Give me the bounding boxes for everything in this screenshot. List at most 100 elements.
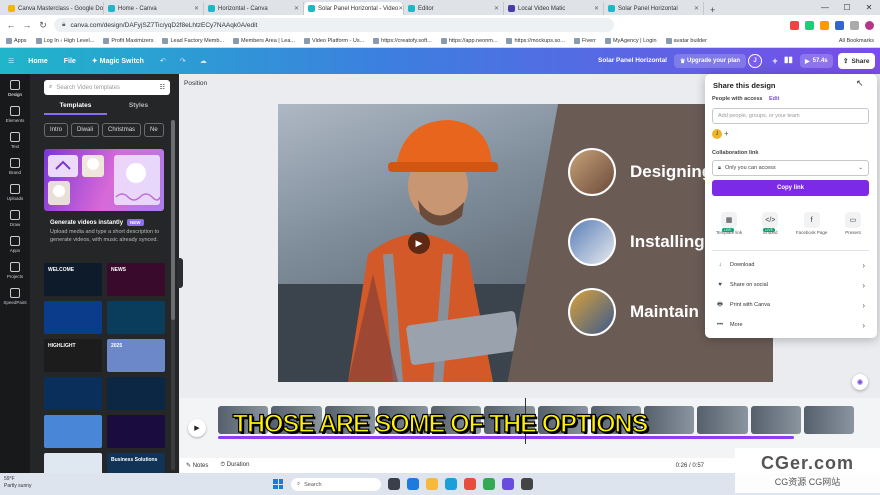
template-thumbnail[interactable] (107, 377, 165, 410)
extension-icon[interactable] (790, 20, 799, 30)
maximize-icon[interactable]: ☐ (836, 0, 858, 15)
menu-icon[interactable]: ☰ (8, 57, 14, 65)
share-action-print-with-canva[interactable]: 🖶 Print with Canva › (712, 295, 869, 315)
rail-item-elements[interactable]: Elements (6, 106, 24, 123)
bookmark-item[interactable]: https://app.neonm... (440, 38, 497, 44)
rail-item-design[interactable]: Design (8, 80, 22, 97)
share-button[interactable]: ⇪ Share (838, 53, 875, 69)
design-canvas[interactable]: ▶ Designing Installing Maintain (278, 104, 773, 382)
forward-icon[interactable]: → (22, 20, 32, 30)
template-thumbnail[interactable] (44, 377, 102, 410)
close-tab-icon[interactable]: ✕ (594, 5, 599, 12)
bookmark-item[interactable]: Profit Maximizers (103, 38, 153, 44)
reload-icon[interactable]: ↻ (38, 20, 48, 31)
app-icon[interactable] (521, 478, 533, 490)
upgrade-button[interactable]: ♛ Upgrade your plan (674, 54, 747, 68)
browser-tab[interactable]: Local Video Matic ✕ (504, 2, 604, 15)
minimize-icon[interactable]: — (814, 0, 836, 15)
rail-item-uploads[interactable]: Uploads (7, 184, 23, 201)
edge-icon[interactable] (445, 478, 457, 490)
duration-button[interactable]: ⏱ Duration (220, 462, 249, 469)
tab-styles[interactable]: Styles (107, 99, 170, 115)
magic-switch-button[interactable]: ✦ Magic Switch (92, 57, 144, 65)
bookmark-item[interactable]: Apps (6, 38, 27, 44)
undo-icon[interactable]: ↶ (160, 57, 166, 65)
taskbar-search[interactable]: ⌕ Search (291, 478, 381, 491)
service-heading[interactable]: Maintain (630, 302, 699, 322)
browser-tab[interactable]: Canva Masterclass - Google Do✕ (4, 2, 104, 15)
template-thumbnail[interactable]: 2025 (107, 339, 165, 372)
rail-item-draw[interactable]: Draw (10, 210, 20, 227)
chrome-icon[interactable] (483, 478, 495, 490)
scroll-thumb[interactable] (171, 120, 175, 320)
rail-item-projects[interactable]: Projects (7, 262, 23, 279)
tab-templates[interactable]: Templates (44, 99, 107, 115)
template-thumbnail[interactable] (44, 301, 102, 334)
share-action-share-on-social[interactable]: ♥ Share on social › (712, 275, 869, 295)
bookmark-item[interactable]: avatar builder (665, 38, 707, 44)
all-bookmarks[interactable]: All Bookmarks (839, 38, 874, 44)
close-icon[interactable]: ✕ (858, 0, 880, 15)
collaborator-avatar[interactable]: J (712, 129, 722, 139)
profile-icon[interactable] (865, 20, 874, 30)
task-view-icon[interactable] (388, 478, 400, 490)
category-chip[interactable]: Intro (44, 123, 69, 137)
close-tab-icon[interactable]: ✕ (294, 5, 299, 12)
bookmark-item[interactable]: https://mockups.so... (506, 38, 565, 44)
share-option[interactable]: ▦ LIVE Template link (709, 212, 749, 235)
file-explorer-icon[interactable] (426, 478, 438, 490)
app-icon[interactable] (407, 478, 419, 490)
puzzle-icon[interactable] (850, 20, 859, 30)
service-heading[interactable]: Designing (630, 162, 712, 182)
extension-icon[interactable] (820, 20, 829, 30)
share-option[interactable]: f Facebook Page (792, 212, 832, 235)
bookmark-item[interactable]: Lead Factory Memb... (162, 38, 224, 44)
magic-assistant-icon[interactable]: ✺ (852, 374, 868, 390)
close-tab-icon[interactable]: ✕ (398, 5, 403, 12)
add-person-icon[interactable]: + (724, 129, 734, 139)
promo-image[interactable] (44, 149, 164, 211)
filter-icon[interactable]: ☷ (160, 84, 165, 91)
close-tab-icon[interactable]: ✕ (494, 5, 499, 12)
template-thumbnail[interactable] (107, 301, 165, 334)
home-link[interactable]: Home (28, 58, 47, 65)
browser-tab[interactable]: Editor ✕ (404, 2, 504, 15)
add-collaborator-icon[interactable]: + (768, 54, 782, 68)
share-option[interactable]: ▭ Present (833, 212, 873, 235)
new-tab-icon[interactable]: + (704, 5, 721, 15)
category-chip[interactable]: Diwali (71, 123, 100, 137)
edit-access-link[interactable]: Edit (769, 96, 779, 102)
service-heading[interactable]: Installing (630, 232, 705, 252)
bookmark-item[interactable]: MyAgency | Login (604, 38, 657, 44)
url-field[interactable]: 🔒︎ canva.com/design/DAFyjSZ7Tic/yqD2f8eL… (54, 18, 614, 32)
redo-icon[interactable]: ↷ (180, 57, 186, 65)
browser-tab[interactable]: Solar Panel Horizontal ✕ (604, 2, 704, 15)
rail-item-text[interactable]: Text (10, 132, 20, 149)
position-button[interactable]: Position (184, 80, 207, 87)
rail-item-apps[interactable]: Apps (10, 236, 20, 253)
copy-link-button[interactable]: Copy link (712, 180, 869, 196)
app-icon[interactable] (502, 478, 514, 490)
bookmark-item[interactable]: Log In ‹ High Level... (35, 38, 94, 44)
weather-widget[interactable]: 59°F Partly sunny (4, 476, 32, 490)
bookmark-item[interactable]: https://creatofy.soft... (373, 38, 432, 44)
bookmark-item[interactable]: Video Platform - Us... (304, 38, 364, 44)
add-people-input[interactable]: Add people, groups, or your team (712, 108, 869, 124)
close-tab-icon[interactable]: ✕ (694, 5, 699, 12)
avatar[interactable]: J (748, 54, 762, 68)
category-chip[interactable]: Ne (144, 123, 164, 137)
access-dropdown[interactable]: 🔒︎ Only you can access ⌄ (712, 160, 869, 176)
template-thumbnail[interactable]: HIGHLIGHT (44, 339, 102, 372)
template-thumbnail[interactable]: NEWS (107, 263, 165, 296)
extension-icon[interactable] (805, 20, 814, 30)
app-icon[interactable] (464, 478, 476, 490)
share-action-more[interactable]: ••• More › (712, 315, 869, 335)
collapse-panel-handle[interactable] (177, 258, 183, 288)
video-play-icon[interactable]: ▶ (408, 232, 430, 254)
share-action-download[interactable]: ↓ Download › (712, 255, 869, 275)
bookmark-item[interactable]: Fiverr (573, 38, 596, 44)
notes-button[interactable]: ✎ Notes (186, 462, 208, 469)
browser-tab[interactable]: Home - Canva ✕ (104, 2, 204, 15)
insights-icon[interactable]: ▮▮ (784, 55, 793, 64)
template-thumbnail[interactable]: WELCOME (44, 263, 102, 296)
